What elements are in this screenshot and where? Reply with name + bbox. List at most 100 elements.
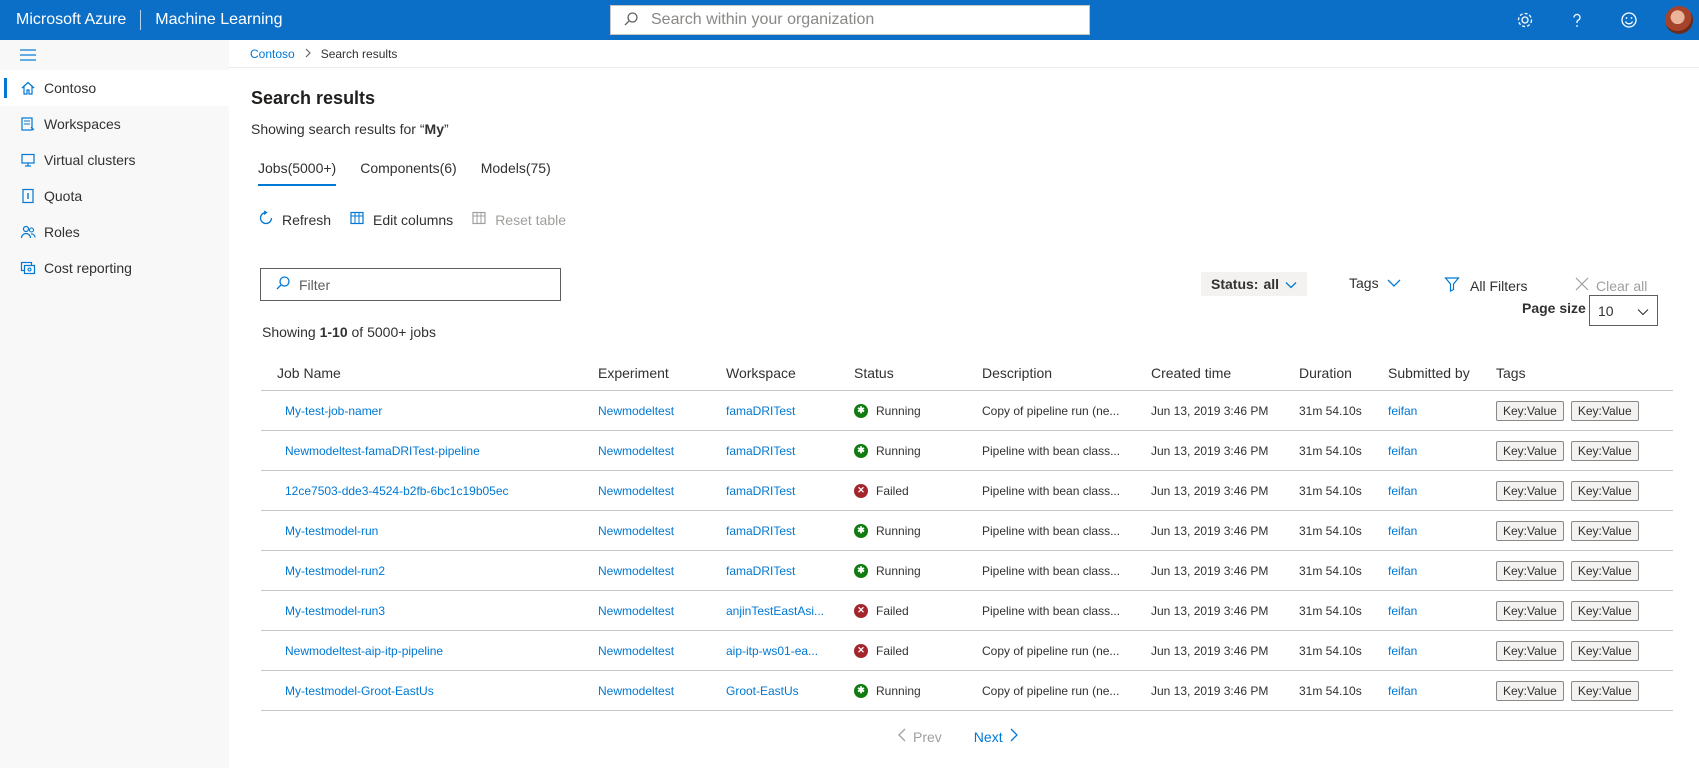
job-name-link[interactable]: My-testmodel-run3 bbox=[261, 604, 598, 618]
tab-jobs[interactable]: Jobs(5000+) bbox=[258, 160, 337, 186]
job-name-link[interactable]: My-testmodel-run bbox=[261, 524, 598, 538]
workspace-link[interactable]: famaDRITest bbox=[726, 564, 854, 578]
job-name-link[interactable]: My-testmodel-Groot-EastUs bbox=[261, 684, 598, 698]
sidebar-item-workspaces[interactable]: Workspaces bbox=[0, 106, 229, 142]
submitted-by-link[interactable]: feifan bbox=[1388, 524, 1496, 538]
tags-filter-dropdown[interactable]: Tags bbox=[1349, 275, 1403, 291]
sidebar-item-contoso[interactable]: Contoso bbox=[0, 70, 229, 106]
table-row[interactable]: My-test-job-namer Newmodeltest famaDRITest… bbox=[261, 391, 1673, 431]
tag-chip[interactable]: Key:Value bbox=[1496, 560, 1564, 581]
sidebar-item-virtual-clusters[interactable]: Virtual clusters bbox=[0, 142, 229, 178]
table-row[interactable]: My-testmodel-run Newmodeltest famaDRITest ✱… bbox=[261, 511, 1673, 551]
edit-columns-button[interactable]: Edit columns bbox=[349, 210, 453, 229]
workspace-link[interactable]: Groot-EastUs bbox=[726, 684, 854, 698]
sidebar-item-roles[interactable]: Roles bbox=[0, 214, 229, 250]
created-time: Jun 13, 2019 3:46 PM bbox=[1151, 443, 1269, 458]
column-header-duration[interactable]: Duration bbox=[1299, 365, 1388, 381]
filter-field[interactable] bbox=[260, 268, 561, 301]
submitted-by-link[interactable]: feifan bbox=[1388, 604, 1496, 618]
tag-chip[interactable]: Key:Value bbox=[1570, 440, 1639, 461]
column-header-created-time[interactable]: Created time bbox=[1151, 365, 1299, 381]
column-header-submitted-by[interactable]: Submitted by bbox=[1388, 365, 1496, 381]
tag-chip[interactable]: Key:Value bbox=[1570, 560, 1639, 581]
prev-page-button[interactable]: Prev bbox=[891, 728, 942, 745]
job-name-link[interactable]: Newmodeltest-aip-itp-pipeline bbox=[261, 644, 598, 658]
status-filter-dropdown[interactable]: Status: all bbox=[1201, 272, 1308, 296]
tab-models[interactable]: Models(75) bbox=[481, 160, 551, 186]
workspace-link[interactable]: famaDRITest bbox=[726, 404, 854, 418]
submitted-by-link[interactable]: feifan bbox=[1388, 484, 1496, 498]
table-row[interactable]: Newmodeltest-aip-itp-pipeline Newmodeltes… bbox=[261, 631, 1673, 671]
workspace-link[interactable]: aip-itp-ws01-ea... bbox=[726, 644, 854, 658]
table-row[interactable]: 12ce7503-dde3-4524-b2fb-6bc1c19b05ec Newm… bbox=[261, 471, 1673, 511]
tag-chip[interactable]: Key:Value bbox=[1570, 400, 1639, 421]
job-name-link[interactable]: My-testmodel-run2 bbox=[261, 564, 598, 578]
tag-chip[interactable]: Key:Value bbox=[1570, 480, 1639, 501]
experiment-link[interactable]: Newmodeltest bbox=[598, 444, 726, 458]
tag-chip[interactable]: Key:Value bbox=[1496, 680, 1564, 701]
tag-chip[interactable]: Key:Value bbox=[1496, 640, 1564, 661]
hamburger-menu-icon[interactable] bbox=[0, 40, 229, 70]
job-name-link[interactable]: 12ce7503-dde3-4524-b2fb-6bc1c19b05ec bbox=[261, 484, 598, 498]
column-header-description[interactable]: Description bbox=[982, 365, 1151, 381]
global-search[interactable] bbox=[610, 5, 1090, 35]
column-header-status[interactable]: Status bbox=[854, 365, 982, 381]
table-row[interactable]: My-testmodel-run3 Newmodeltest anjinTestEa… bbox=[261, 591, 1673, 631]
submitted-by-link[interactable]: feifan bbox=[1388, 404, 1496, 418]
reset-table-button[interactable]: Reset table bbox=[471, 210, 566, 229]
submitted-by-link[interactable]: feifan bbox=[1388, 564, 1496, 578]
tag-chip[interactable]: Key:Value bbox=[1570, 640, 1639, 661]
next-page-button[interactable]: Next bbox=[974, 728, 1025, 745]
tag-chip[interactable]: Key:Value bbox=[1570, 680, 1639, 701]
table-row[interactable]: My-testmodel-Groot-EastUs Newmodeltest Gro… bbox=[261, 671, 1673, 711]
experiment-link[interactable]: Newmodeltest bbox=[598, 404, 726, 418]
tab-components[interactable]: Components(6) bbox=[360, 160, 457, 186]
product-name[interactable]: Machine Learning bbox=[155, 11, 282, 29]
help-question-icon[interactable] bbox=[1551, 0, 1603, 40]
column-header-experiment[interactable]: Experiment bbox=[598, 365, 726, 381]
sidebar-item-cost-reporting[interactable]: Cost reporting bbox=[0, 250, 229, 286]
sidebar-item-quota[interactable]: Quota bbox=[0, 178, 229, 214]
tag-chip[interactable]: Key:Value bbox=[1496, 440, 1564, 461]
experiment-link[interactable]: Newmodeltest bbox=[598, 644, 726, 658]
tag-chip[interactable]: Key:Value bbox=[1496, 520, 1564, 541]
brand-name[interactable]: Microsoft Azure bbox=[16, 11, 126, 29]
status-text: Running bbox=[876, 523, 921, 538]
feedback-smiley-icon[interactable] bbox=[1603, 0, 1655, 40]
experiment-link[interactable]: Newmodeltest bbox=[598, 524, 726, 538]
all-filters-button[interactable]: All Filters bbox=[1444, 276, 1528, 295]
workspace-link[interactable]: famaDRITest bbox=[726, 484, 854, 498]
tag-chip[interactable]: Key:Value bbox=[1570, 600, 1639, 621]
submitted-by-link[interactable]: feifan bbox=[1388, 684, 1496, 698]
job-name-link[interactable]: My-test-job-namer bbox=[261, 404, 598, 418]
submitted-by-link[interactable]: feifan bbox=[1388, 644, 1496, 658]
status-cell: ✱ Running bbox=[854, 443, 982, 458]
submitted-by-link[interactable]: feifan bbox=[1388, 444, 1496, 458]
workspace-link[interactable]: anjinTestEastAsi... bbox=[726, 604, 854, 618]
tag-chip[interactable]: Key:Value bbox=[1496, 480, 1564, 501]
refresh-button[interactable]: Refresh bbox=[258, 210, 331, 229]
breadcrumb-root-link[interactable]: Contoso bbox=[250, 47, 295, 61]
filter-input[interactable] bbox=[299, 276, 549, 293]
table-row[interactable]: Newmodeltest-famaDRITest-pipeline Newmode… bbox=[261, 431, 1673, 471]
settings-gear-icon[interactable] bbox=[1499, 0, 1551, 40]
clear-all-button[interactable]: Clear all bbox=[1574, 276, 1647, 295]
tag-chip[interactable]: Key:Value bbox=[1496, 400, 1564, 421]
experiment-link[interactable]: Newmodeltest bbox=[598, 684, 726, 698]
job-name-link[interactable]: Newmodeltest-famaDRITest-pipeline bbox=[261, 444, 598, 458]
page-size-select[interactable]: 10 bbox=[1589, 295, 1658, 326]
workspace-link[interactable]: famaDRITest bbox=[726, 444, 854, 458]
column-header-workspace[interactable]: Workspace bbox=[726, 365, 854, 381]
experiment-link[interactable]: Newmodeltest bbox=[598, 564, 726, 578]
global-search-input[interactable] bbox=[651, 11, 1081, 29]
user-avatar[interactable] bbox=[1665, 6, 1693, 34]
sidebar-item-label: Contoso bbox=[44, 80, 97, 96]
experiment-link[interactable]: Newmodeltest bbox=[598, 484, 726, 498]
workspace-link[interactable]: famaDRITest bbox=[726, 524, 854, 538]
table-row[interactable]: My-testmodel-run2 Newmodeltest famaDRITest… bbox=[261, 551, 1673, 591]
column-header-job-name[interactable]: Job Name bbox=[261, 365, 598, 381]
tag-chip[interactable]: Key:Value bbox=[1570, 520, 1639, 541]
column-header-tags[interactable]: Tags bbox=[1496, 365, 1673, 381]
experiment-link[interactable]: Newmodeltest bbox=[598, 604, 726, 618]
tag-chip[interactable]: Key:Value bbox=[1496, 600, 1564, 621]
